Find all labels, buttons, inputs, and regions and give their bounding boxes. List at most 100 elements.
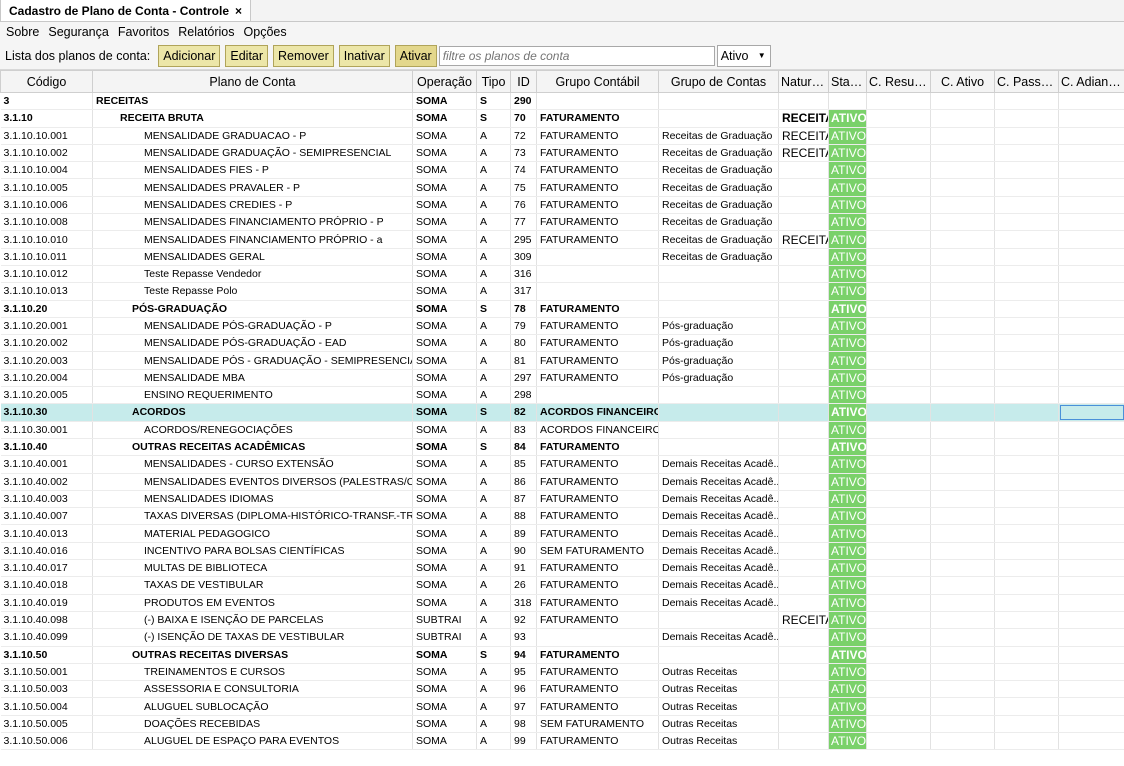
cell-codigo: 3.1.10.10.004	[0, 161, 93, 180]
table-row[interactable]: 3.1.10.10.005 MENSALIDADES PRAVALER - P SO…	[0, 178, 1124, 197]
cell-grupo-contas: Pós-graduação	[658, 317, 779, 336]
cell-natureza	[778, 473, 829, 491]
cell-c-resultado	[866, 455, 931, 474]
table-row[interactable]: 3.1.10.10.011 MENSALIDADES GERAL SOMA A 309 R…	[0, 248, 1124, 266]
col-plano[interactable]: Plano de Conta	[92, 70, 413, 93]
table-row[interactable]: 3.1.10.50.003 ASSESSORIA E CONSULTORIA SOM…	[0, 680, 1124, 699]
inactivate-button[interactable]: Inativar	[338, 44, 390, 67]
table-row[interactable]: 3.1.10.10.013 Teste Repasse Polo SOMA A 317 A…	[0, 282, 1124, 301]
menu-relatorios[interactable]: Relatórios	[178, 25, 234, 39]
table-row[interactable]: 3.1.10.40 OUTRAS RECEITAS ACADÊMICAS SOMA S…	[0, 438, 1124, 457]
table-row[interactable]: 3.1.10.50.006 ALUGUEL DE ESPAÇO PARA EVEN…	[0, 732, 1124, 751]
cell-c-adiantamento	[1058, 196, 1124, 215]
table-row[interactable]: 3 RECEITAS SOMA S 290	[0, 92, 1124, 111]
table-row[interactable]: 3.1.10.20.002 MENSALIDADE PÓS-GRADUAÇÃO -…	[0, 334, 1124, 353]
cell-tipo: A	[476, 161, 511, 180]
menu-seguranca[interactable]: Segurança	[48, 25, 108, 39]
add-button[interactable]: Adicionar	[158, 44, 221, 67]
close-icon[interactable]: ×	[235, 4, 242, 18]
table-row[interactable]: 3.1.10.40.002 MENSALIDADES EVENTOS DIVERS…	[0, 473, 1124, 491]
status-select-value: Ativo	[720, 48, 749, 63]
table-row[interactable]: 3.1.10.40.013 MATERIAL PEDAGOGICO SOMA A 89 F…	[0, 524, 1124, 543]
cell-c-resultado	[866, 386, 931, 405]
table-row[interactable]: 3.1.10.40.017 MULTAS DE BIBLIOTECA SOMA A 91…	[0, 559, 1124, 578]
col-grupo-contabil[interactable]: Grupo Contábil	[536, 70, 659, 93]
table-row[interactable]: 3.1.10.20.001 MENSALIDADE PÓS-GRADUAÇÃO -…	[0, 317, 1124, 336]
cell-tipo: S	[476, 300, 511, 318]
cell-c-resultado	[866, 576, 931, 595]
cell-c-resultado	[866, 697, 931, 716]
menu-sobre[interactable]: Sobre	[6, 25, 39, 39]
cell-status: ATIVO	[828, 317, 867, 336]
table-row[interactable]: 3.1.10.40.099 (-) ISENÇÃO DE TAXAS DE VES…	[0, 628, 1124, 647]
table-row[interactable]: 3.1.10.40.016 INCENTIVO PARA BOLSAS CIENT…	[0, 542, 1124, 561]
col-c-resultado[interactable]: C. Resulta...	[866, 70, 931, 93]
col-operacao[interactable]: Operação	[412, 70, 477, 93]
cell-operacao: SOMA	[412, 455, 477, 474]
cell-codigo: 3.1.10.40.002	[0, 473, 93, 491]
table-row[interactable]: 3.1.10.10.004 MENSALIDADES FIES - P SOMA A 7…	[0, 161, 1124, 180]
col-id[interactable]: ID	[510, 70, 537, 93]
menu-opcoes[interactable]: Opções	[244, 25, 287, 39]
cell-natureza	[778, 265, 829, 284]
edit-button[interactable]: Editar	[225, 44, 269, 67]
cell-grupo-contabil: FATURAMENTO	[536, 144, 659, 163]
cell-natureza	[778, 524, 829, 543]
cell-c-passivo	[994, 455, 1059, 474]
menu-favoritos[interactable]: Favoritos	[118, 25, 169, 39]
table-row[interactable]: 3.1.10.10.001 MENSALIDADE GRADUACAO - P SO…	[0, 127, 1124, 145]
table-row[interactable]: 3.1.10.50 OUTRAS RECEITAS DIVERSAS SOMA S 94…	[0, 646, 1124, 664]
table-row[interactable]: 3.1.10.10.006 MENSALIDADES CREDIES - P SOM…	[0, 196, 1124, 215]
table-row[interactable]: 3.1.10.20.004 MENSALIDADE MBA SOMA A 297 FATU…	[0, 369, 1124, 388]
col-tipo[interactable]: Tipo	[476, 70, 511, 93]
col-codigo[interactable]: Código	[0, 70, 93, 93]
table-row[interactable]: 3.1.10.10.012 Teste Repasse Vendedor SOMA A…	[0, 265, 1124, 284]
table-row[interactable]: 3.1.10.20.003 MENSALIDADE PÓS - GRADUAÇÃO…	[0, 351, 1124, 370]
table-row[interactable]: 3.1.10.10.010 MENSALIDADES FINANCIAMENTO …	[0, 230, 1124, 249]
col-c-passivo[interactable]: C. Passivo	[994, 70, 1059, 93]
remove-button[interactable]: Remover	[273, 44, 334, 67]
cell-tipo: A	[476, 680, 511, 699]
col-grupo-contas[interactable]: Grupo de Contas	[658, 70, 779, 93]
col-status[interactable]: Status	[828, 70, 867, 93]
cell-id: 91	[510, 559, 537, 578]
cell-c-adiantamento	[1058, 455, 1124, 474]
table-row[interactable]: 3.1.10.50.005 DOAÇÕES RECEBIDAS SOMA A 98 SEM…	[0, 715, 1124, 733]
table-row[interactable]: 3.1.10.10.008 MENSALIDADES FINANCIAMENTO …	[0, 213, 1124, 232]
cell-operacao: SOMA	[412, 109, 477, 128]
table-row[interactable]: 3.1.10.40.007 TAXAS DIVERSAS (DIPLOMA-HIS…	[0, 507, 1124, 526]
table-row[interactable]: 3.1.10.40.098 (-) BAIXA E ISENÇÃO DE PARC…	[0, 611, 1124, 630]
cell-tipo: A	[476, 369, 511, 388]
table-row[interactable]: 3.1.10.20 PÓS-GRADUAÇÃO SOMA S 78 FATURAMENTO…	[0, 300, 1124, 318]
table-row[interactable]: 3.1.10.10.002 MENSALIDADE GRADUAÇÃO - SEM…	[0, 144, 1124, 163]
cell-id: 77	[510, 213, 537, 232]
table-row[interactable]: 3.1.10.40.019 PRODUTOS EM EVENTOS SOMA A 318…	[0, 594, 1124, 612]
table-row[interactable]: 3.1.10.50.004 ALUGUEL SUBLOCAÇÃO SOMA A 97 FA…	[0, 697, 1124, 716]
filter-input[interactable]	[438, 45, 715, 66]
cell-codigo: 3.1.10.10.002	[0, 144, 93, 163]
table-row[interactable]: 3.1.10.40.018 TAXAS DE VESTIBULAR SOMA A 26 F…	[0, 576, 1124, 595]
table-row[interactable]: 3.1.10.30 ACORDOS SOMA S 82 ACORDOS FINANCEIR…	[0, 403, 1124, 422]
activate-button[interactable]: Ativar	[394, 44, 437, 67]
status-select[interactable]: Ativo ▼	[716, 44, 771, 67]
cell-grupo-contabil: FATURAMENTO	[536, 230, 659, 249]
cell-id: 297	[510, 369, 537, 388]
tab-plano-conta[interactable]: Cadastro de Plano de Conta - Controle ×	[0, 0, 252, 21]
table-row[interactable]: 3.1.10.30.001 ACORDOS/RENEGOCIAÇÕES SOMA A 8…	[0, 421, 1124, 439]
cell-grupo-contabil: FATURAMENTO	[536, 127, 659, 145]
cell-grupo-contabil: ACORDOS FINANCEIROS	[536, 403, 659, 422]
table-row[interactable]: 3.1.10.40.003 MENSALIDADES IDIOMAS SOMA A 87…	[0, 490, 1124, 509]
cell-grupo-contas: Outras Receitas	[658, 732, 779, 751]
cell-id: 295	[510, 230, 537, 249]
cell-c-adiantamento	[1058, 265, 1124, 284]
col-natureza[interactable]: Nature...	[778, 70, 829, 93]
table-row[interactable]: 3.1.10 RECEITA BRUTA SOMA S 70 FATURAMENTO REC…	[0, 109, 1124, 128]
col-c-adiantamento[interactable]: C. Adianta...	[1058, 70, 1124, 93]
cell-natureza	[778, 455, 829, 474]
table-row[interactable]: 3.1.10.20.005 ENSINO REQUERIMENTO SOMA A 298…	[0, 386, 1124, 405]
table-row[interactable]: 3.1.10.50.001 TREINAMENTOS E CURSOS SOMA A 9…	[0, 663, 1124, 682]
cell-operacao: SOMA	[412, 715, 477, 733]
cell-id: 86	[510, 473, 537, 491]
col-c-ativo[interactable]: C. Ativo	[930, 70, 995, 93]
table-row[interactable]: 3.1.10.40.001 MENSALIDADES - CURSO EXTENS…	[0, 455, 1124, 474]
